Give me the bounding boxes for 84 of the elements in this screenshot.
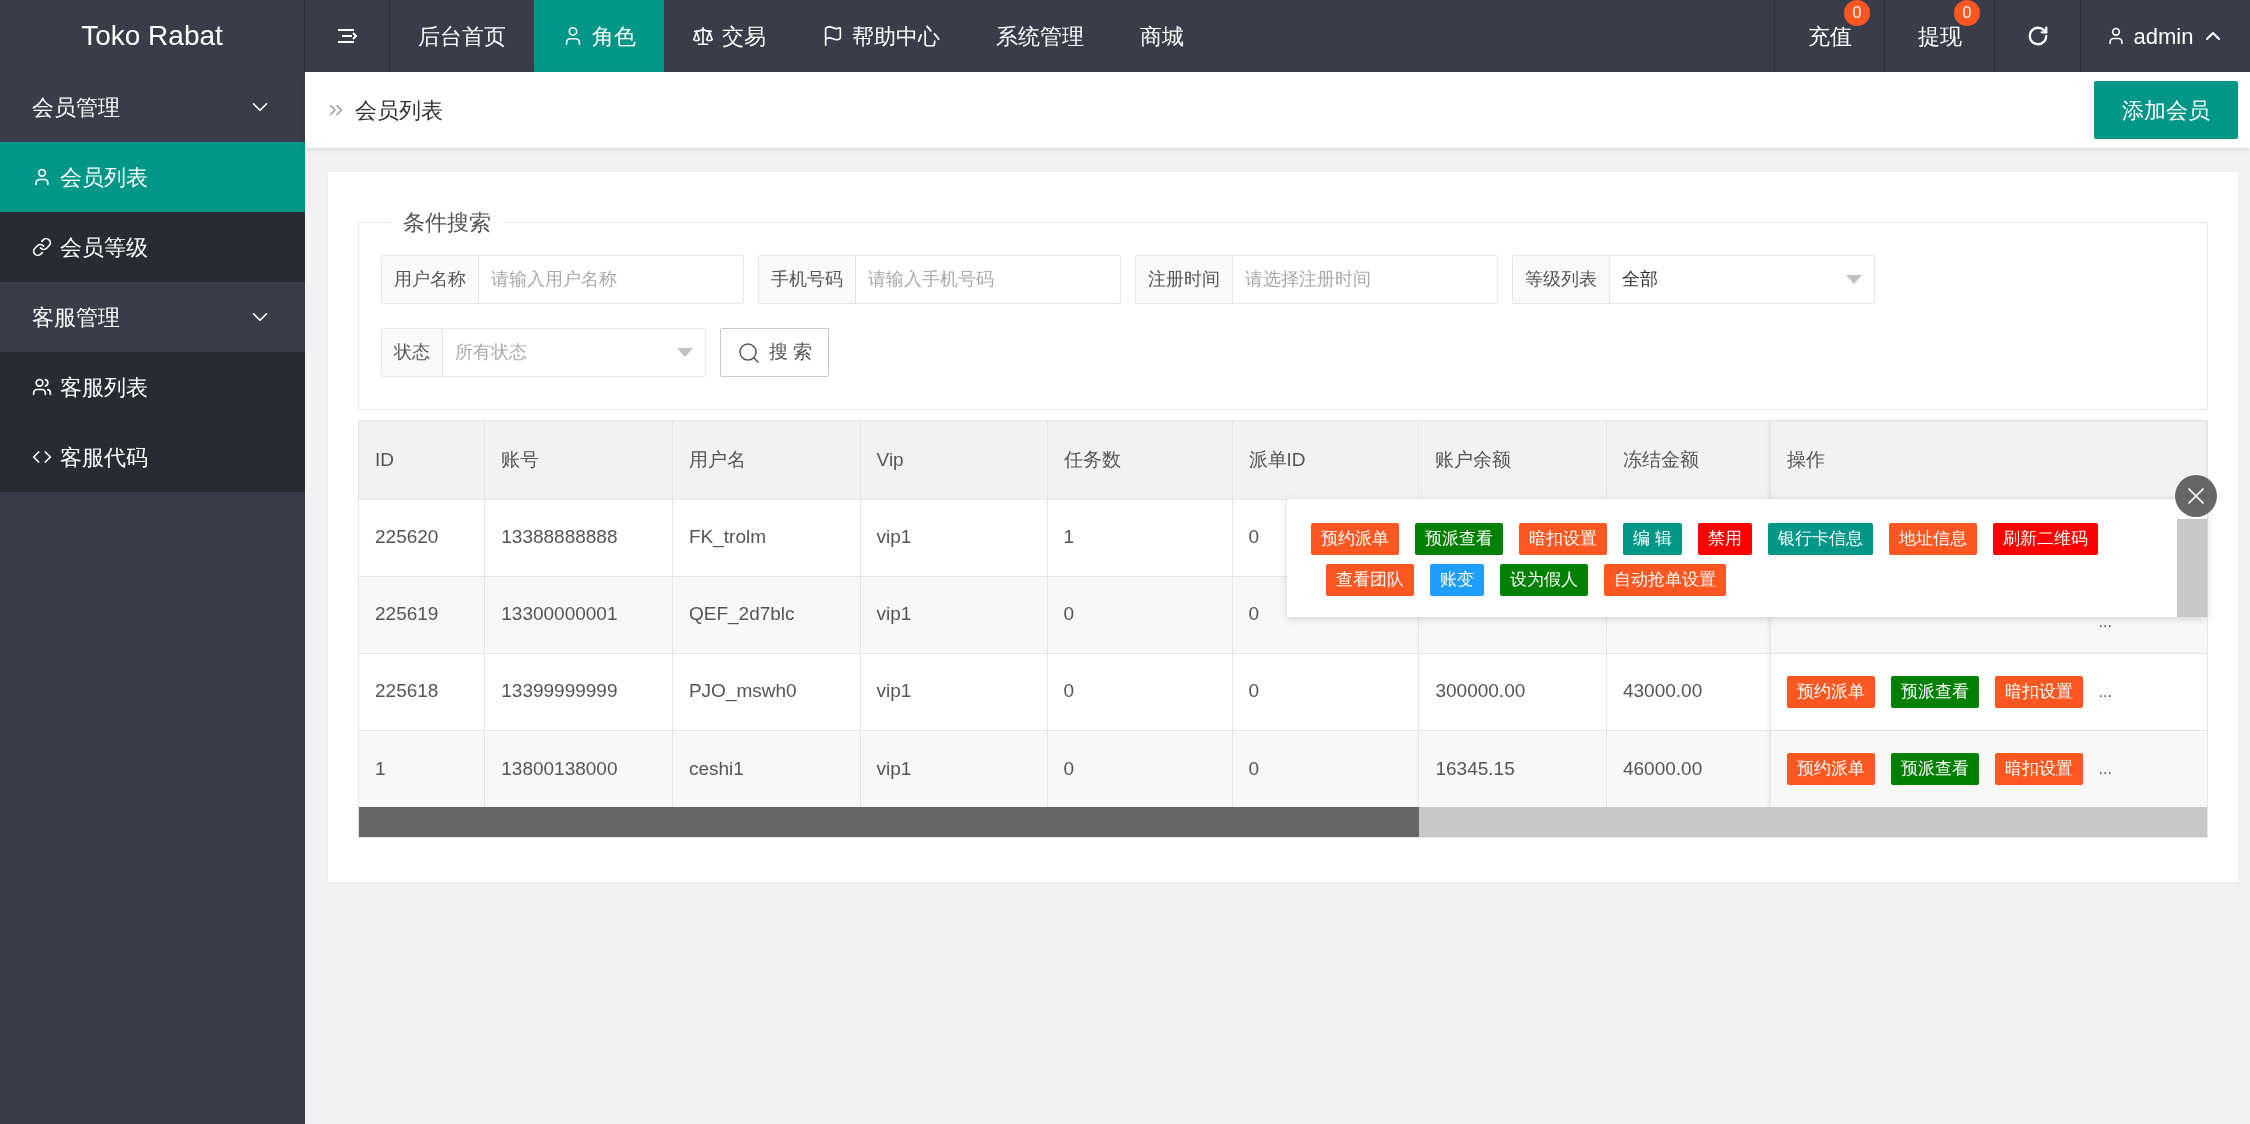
input-field[interactable]: 请输入用户名称 (479, 256, 743, 303)
table-cell: 13388888888 (501, 526, 618, 548)
table-cell: 13399999999 (501, 680, 618, 702)
nav-tab[interactable]: 后台首页 (390, 0, 534, 72)
table-cell: 0 (1248, 526, 1260, 548)
table-cell: vip1 (876, 757, 912, 779)
menu-icon (336, 27, 358, 45)
sidebar-item[interactable]: 会员等级 (0, 212, 305, 282)
table-cell: 16345.15 (1435, 757, 1515, 779)
table-cell: ceshi1 (688, 757, 744, 779)
search-icon (737, 340, 761, 365)
refresh-icon (2026, 25, 2049, 47)
sidebar-item[interactable]: 会员列表 (0, 142, 305, 212)
search-field[interactable]: 手机号码 请输入手机号码 (758, 255, 1121, 304)
table-cell: 225619 (375, 603, 439, 625)
popup-scrollbar[interactable] (2177, 519, 2207, 617)
action-button[interactable]: 预派查看 (1890, 752, 1979, 785)
search-field[interactable]: 注册时间 请选择注册时间 (1135, 255, 1498, 304)
table-cell: FK_trolm (688, 526, 766, 548)
select-field[interactable]: 全部 (1610, 256, 1874, 303)
more-text[interactable]: ... (2098, 679, 2112, 704)
action-button[interactable]: 预派查看 (1415, 523, 1503, 555)
table-cell: PJO_mswh0 (688, 680, 797, 702)
search-button[interactable]: 搜 索 (720, 328, 830, 377)
table-cell: 13300000001 (501, 603, 618, 625)
nav-tab[interactable]: 帮助中心 (794, 0, 968, 72)
field-label: 用户名称 (382, 256, 479, 303)
nav-tab[interactable]: 商城 (1112, 0, 1212, 72)
sidebar-item[interactable]: 客服代码 (0, 422, 305, 492)
table-cell: vip1 (876, 526, 912, 548)
dropdown-caret-icon (1846, 275, 1862, 284)
select-value: 全部 (1622, 268, 1658, 291)
breadcrumb-text: 会员列表 (355, 96, 443, 125)
sidebar-item[interactable]: 客服列表 (0, 352, 305, 422)
fieldset-legend: 条件搜索 (391, 206, 503, 239)
action-button[interactable]: 编 辑 (1623, 523, 1682, 555)
input-field[interactable]: 请输入手机号码 (856, 256, 1120, 303)
table-cell: 0 (1063, 603, 1075, 625)
search-field[interactable]: 等级列表 全部 (1512, 255, 1875, 304)
field-label: 状态 (382, 329, 443, 376)
action-button[interactable]: 刷新二维码 (1992, 523, 2098, 555)
table-cell: 300000.00 (1435, 680, 1526, 702)
action-button[interactable]: 预派查看 (1890, 675, 1979, 708)
table-cell: 1 (375, 757, 386, 779)
table-cell: 0 (1248, 680, 1260, 702)
more-text[interactable]: ... (2098, 756, 2112, 781)
users-icon (32, 377, 52, 397)
action-button[interactable]: 禁用 (1697, 523, 1752, 555)
field-label: 手机号码 (759, 256, 856, 303)
table-cell: 43000.00 (1622, 680, 1703, 702)
scale-icon (692, 25, 714, 47)
table-cell: 0 (1063, 680, 1075, 702)
close-button[interactable] (2175, 475, 2217, 517)
table-cell: 0 (1248, 757, 1260, 779)
select-value: 所有状态 (455, 341, 527, 364)
table-cell: vip1 (876, 603, 912, 625)
action-button[interactable]: 设为假人 (1500, 564, 1588, 596)
user-icon (32, 167, 52, 187)
table-cell: 0 (1063, 757, 1075, 779)
field-label: 等级列表 (1513, 256, 1610, 303)
nav-tab[interactable]: 交易 (664, 0, 794, 72)
table-cell: vip1 (876, 680, 912, 702)
table-cell: 225620 (375, 526, 439, 548)
table-cell: 0 (1248, 603, 1260, 625)
nav-tab[interactable]: 角色 (534, 0, 664, 72)
link-icon (32, 237, 52, 257)
table-cell: 46000.00 (1622, 757, 1703, 779)
action-button[interactable]: 银行卡信息 (1767, 523, 1873, 555)
search-field[interactable]: 用户名称 请输入用户名称 (381, 255, 744, 304)
field-label: 注册时间 (1136, 256, 1233, 303)
add-member-button[interactable]: 添加会员 (2094, 81, 2238, 139)
table-cell: QEF_2d7blc (688, 603, 795, 625)
table-cell: 1 (1063, 526, 1075, 548)
table-cell: 13800138000 (501, 757, 618, 779)
horizontal-scrollbar[interactable] (359, 807, 2207, 837)
flag-icon (822, 25, 844, 47)
nav-tab[interactable]: 系统管理 (968, 0, 1112, 72)
count-badge: 0 (1954, 0, 1980, 26)
scrollbar-thumb[interactable] (359, 807, 1419, 837)
search-field[interactable]: 状态 所有状态 (381, 328, 706, 377)
input-field[interactable]: 请选择注册时间 (1233, 256, 1497, 303)
table-cell: 225618 (375, 680, 439, 702)
count-badge: 0 (1844, 0, 1870, 26)
dropdown-caret-icon (677, 348, 693, 357)
